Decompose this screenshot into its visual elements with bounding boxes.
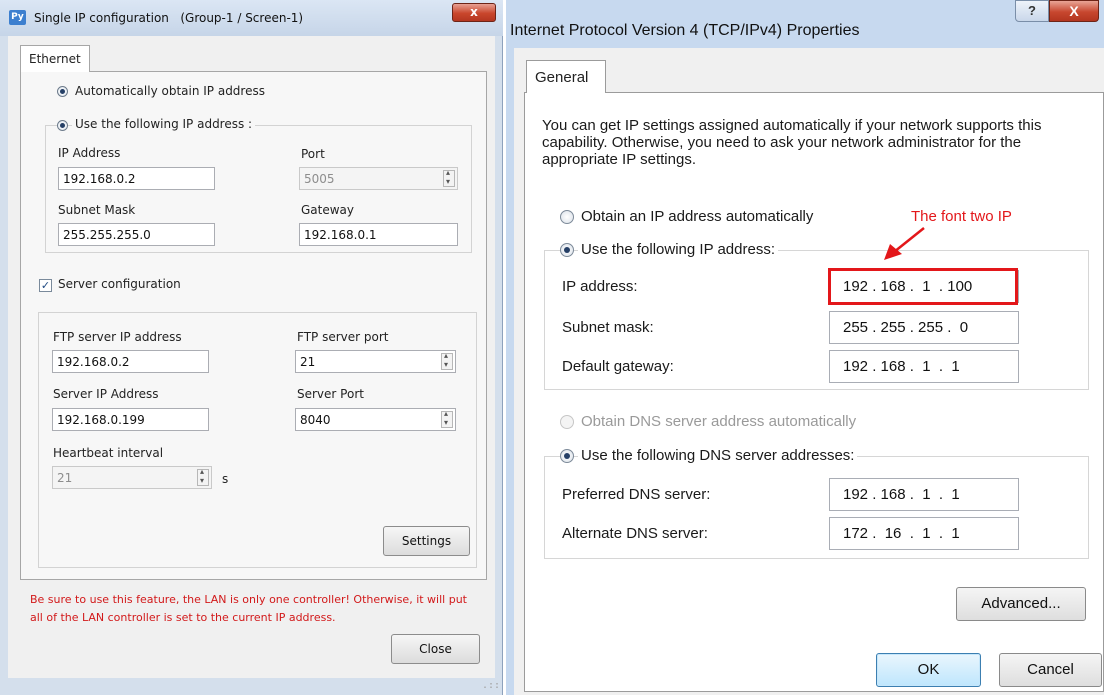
port-spinner-icon[interactable] bbox=[443, 168, 455, 187]
auto-ip-radio[interactable] bbox=[57, 86, 68, 97]
use-following-ip-label: Use the following IP address: bbox=[578, 241, 778, 258]
right-window-title: Internet Protocol Version 4 (TCP/IPv4) P… bbox=[510, 22, 860, 39]
left-title-bar[interactable]: Py Single IP configuration (Group-1 / Sc… bbox=[0, 0, 503, 36]
auto-ip-label: Automatically obtain IP address bbox=[75, 84, 265, 98]
cancel-button[interactable]: Cancel bbox=[999, 653, 1102, 687]
ftp-port-label: FTP server port bbox=[297, 330, 389, 344]
default-gateway-field[interactable]: 192 . 168 . 1 . 1 bbox=[829, 350, 1019, 383]
server-ip-input[interactable]: 192.168.0.199 bbox=[52, 408, 209, 431]
server-port-input[interactable]: 8040 bbox=[295, 408, 456, 431]
alternate-dns-field[interactable]: 172 . 16 . 1 . 1 bbox=[829, 517, 1019, 550]
annotation-text: The font two IP bbox=[911, 208, 1012, 225]
lan-warning-text: Be sure to use this feature, the LAN is … bbox=[30, 593, 467, 624]
use-ip-radio[interactable] bbox=[57, 120, 68, 131]
ftp-ip-label: FTP server IP address bbox=[53, 330, 182, 344]
ip-address-input[interactable]: 192.168.0.2 bbox=[58, 167, 215, 190]
ip-address-label-right: IP address: bbox=[562, 278, 638, 295]
default-gateway-label: Default gateway: bbox=[562, 358, 674, 375]
app-logo-icon: Py bbox=[9, 10, 26, 25]
obtain-dns-auto-radio[interactable] bbox=[560, 415, 574, 429]
subnet-mask-label-right: Subnet mask: bbox=[562, 319, 654, 336]
server-config-label: Server configuration bbox=[58, 277, 181, 291]
server-port-label: Server Port bbox=[297, 387, 364, 401]
settings-button[interactable]: Settings bbox=[383, 526, 470, 556]
ftp-ip-input[interactable]: 192.168.0.2 bbox=[52, 350, 209, 373]
heartbeat-unit: s bbox=[222, 472, 229, 486]
ftp-port-spinner-icon[interactable] bbox=[441, 351, 453, 370]
left-close-icon[interactable]: x bbox=[452, 3, 496, 22]
tab-general[interactable]: General bbox=[526, 60, 606, 93]
alternate-dns-label: Alternate DNS server: bbox=[562, 525, 708, 542]
gateway-label: Gateway bbox=[301, 203, 355, 217]
advanced-button[interactable]: Advanced... bbox=[956, 587, 1086, 621]
close-button[interactable]: Close bbox=[391, 634, 480, 664]
port-label: Port bbox=[301, 147, 325, 161]
annotation-arrow-icon bbox=[884, 227, 925, 260]
server-port-spinner-icon[interactable] bbox=[441, 409, 453, 428]
ftp-port-input[interactable]: 21 bbox=[295, 350, 456, 373]
obtain-dns-auto-label: Obtain DNS server address automatically bbox=[581, 413, 857, 430]
use-dns-label: Use the following DNS server addresses: bbox=[578, 447, 858, 464]
subnet-mask-input[interactable]: 255.255.255.0 bbox=[58, 223, 215, 246]
use-dns-radio[interactable] bbox=[560, 449, 574, 463]
tab-ethernet[interactable]: Ethernet bbox=[20, 45, 90, 72]
ip-address-field[interactable]: 192 . 168 . 1 . 100 bbox=[829, 270, 1019, 303]
left-window-title: Single IP configuration (Group-1 / Scree… bbox=[34, 11, 304, 25]
use-ip-label: Use the following IP address : bbox=[72, 117, 256, 131]
server-ip-label: Server IP Address bbox=[53, 387, 159, 401]
heartbeat-input[interactable]: 21 bbox=[52, 466, 212, 489]
preferred-dns-field[interactable]: 192 . 168 . 1 . 1 bbox=[829, 478, 1019, 511]
server-config-checkbox[interactable]: ✓ bbox=[39, 279, 52, 292]
ip-address-label: IP Address bbox=[58, 146, 121, 160]
heartbeat-label: Heartbeat interval bbox=[53, 446, 164, 460]
preferred-dns-label: Preferred DNS server: bbox=[562, 486, 711, 503]
subnet-mask-field[interactable]: 255 . 255 . 255 . 0 bbox=[829, 311, 1019, 344]
heartbeat-spinner-icon[interactable] bbox=[197, 467, 209, 486]
ip-settings-description: You can get IP settings assigned automat… bbox=[542, 117, 1042, 168]
help-icon[interactable]: ? bbox=[1015, 0, 1049, 22]
ok-button[interactable]: OK bbox=[876, 653, 981, 687]
gateway-input[interactable]: 192.168.0.1 bbox=[299, 223, 458, 246]
right-close-icon[interactable]: X bbox=[1049, 0, 1099, 22]
obtain-ip-auto-radio[interactable] bbox=[560, 210, 574, 224]
port-input[interactable]: 5005 bbox=[299, 167, 458, 190]
obtain-ip-auto-label: Obtain an IP address automatically bbox=[581, 208, 814, 225]
resize-grip-icon[interactable]: .:: bbox=[482, 680, 500, 691]
subnet-mask-label: Subnet Mask bbox=[58, 203, 136, 217]
use-following-ip-radio[interactable] bbox=[560, 243, 574, 257]
